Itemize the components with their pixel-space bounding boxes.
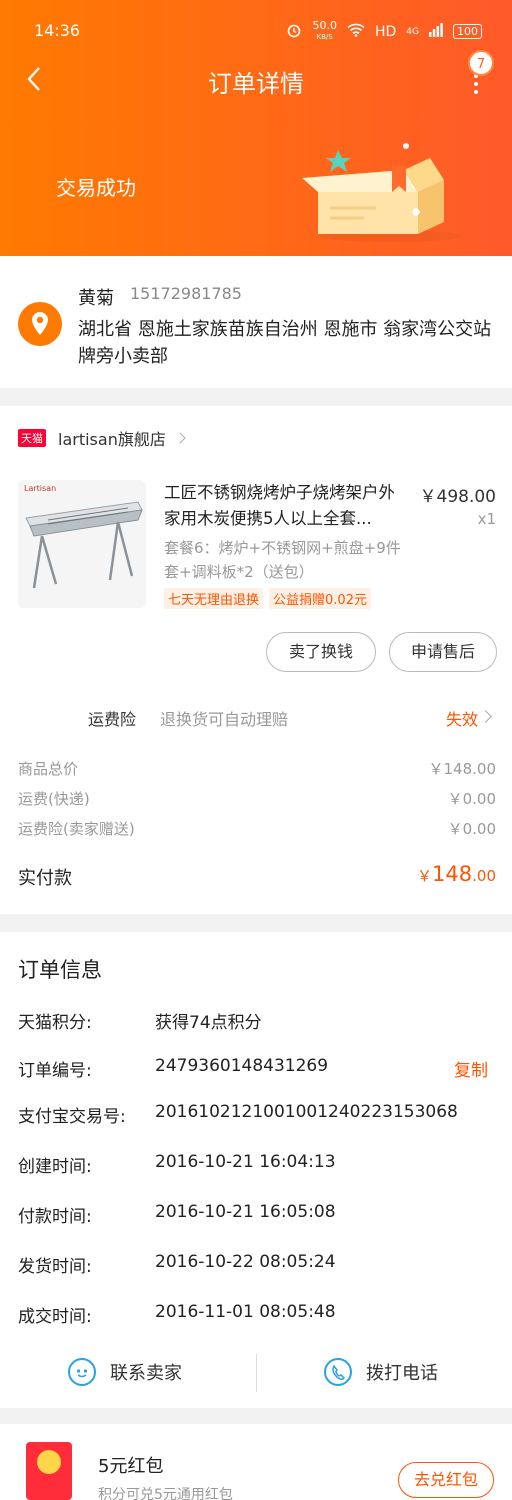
network-type: 4G: [406, 26, 419, 37]
chat-bubble-icon: [68, 1358, 96, 1386]
sell-button[interactable]: 卖了换钱: [266, 632, 376, 672]
recipient-phone: 15172981785: [130, 284, 242, 303]
location-pin-icon: [18, 302, 62, 346]
info-value: 2016-11-01 08:05:48: [155, 1302, 336, 1322]
info-row-points: 天猫积分: 获得74点积分: [18, 1008, 488, 1034]
insurance-label: 运费险: [88, 710, 137, 729]
info-row-created: 创建时间: 2016-10-21 16:04:13: [18, 1152, 488, 1178]
page-title: 订单详情: [208, 70, 304, 98]
info-key: 付款时间:: [18, 1207, 92, 1227]
info-key: 创建时间:: [18, 1157, 92, 1177]
contact-seller-button[interactable]: 联系卖家: [68, 1352, 182, 1392]
info-row-order-number: 订单编号: 2479360148431269 复制: [18, 1056, 488, 1082]
divider: [256, 1354, 257, 1392]
red-packet-icon: [26, 1442, 72, 1500]
product-quantity: x1: [477, 510, 496, 528]
recipient-name: 黄菊: [78, 288, 114, 309]
total-paid-row: 实付款 ￥148.00: [18, 862, 496, 894]
product-spec: 套餐6：烤炉+不锈钢网+煎盘+9件套+调料板*2（送包）: [164, 539, 401, 581]
red-packet-promo: 5元红包 积分可兑5元通用红包 去兑红包: [0, 1424, 512, 1500]
total-currency: ￥: [417, 867, 433, 885]
charity-tag: 公益捐赠0.02元: [269, 588, 371, 609]
fee-label: 运费(快递): [18, 790, 90, 808]
wifi-icon: [347, 23, 365, 41]
order-info-title: 订单信息: [18, 958, 102, 982]
info-row-shipped: 发货时间: 2016-10-22 08:05:24: [18, 1252, 488, 1278]
promo-title: 5元红包: [98, 1456, 164, 1477]
total-amount: ￥148.00: [417, 862, 496, 886]
info-key: 订单编号:: [18, 1061, 92, 1081]
shipping-address-section[interactable]: 黄菊 15172981785 湖北省 恩施土家族苗族自治州 恩施市 翁家湾公交站…: [0, 256, 512, 388]
fee-label: 运费险(卖家赠送): [18, 820, 135, 838]
info-value: 2016-10-21 16:04:13: [155, 1152, 336, 1172]
info-row-alipay: 支付宝交易号: 2016102121001001240223153068: [18, 1102, 488, 1128]
call-phone-label: 拨打电话: [366, 1363, 438, 1384]
service-tags: 七天无理由退换 公益捐赠0.02元: [164, 588, 371, 609]
insurance-status: 失效: [445, 710, 478, 729]
order-info-section: 订单信息 天猫积分: 获得74点积分 订单编号: 247936014843126…: [0, 932, 512, 1408]
address-detail: 湖北省 恩施土家族苗族自治州 恩施市 翁家湾公交站牌旁小卖部: [78, 319, 492, 367]
more-menu-button[interactable]: 7: [458, 50, 494, 100]
chevron-right-icon: [174, 432, 186, 444]
shop-header[interactable]: 天猫 lartisan旗舰店: [18, 426, 186, 450]
alarm-icon: [286, 22, 302, 42]
signal-icon: [429, 22, 443, 41]
message-badge: 7: [468, 50, 494, 76]
more-dots-icon: [474, 74, 478, 96]
fee-label: 商品总价: [18, 760, 79, 778]
product-title[interactable]: 工匠不锈钢烧烤炉子烧烤架户外家用木炭便携5人以上全套...: [164, 480, 404, 532]
fee-value: ￥148.00: [428, 760, 497, 778]
info-key: 天猫积分:: [18, 1013, 92, 1033]
fee-value: ￥0.00: [447, 820, 496, 838]
shop-name: lartisan旗舰店: [58, 430, 166, 449]
status-bar: 14:36 50.0 KB/S HD 4G 100: [0, 18, 512, 44]
product-thumbnail[interactable]: Lartisan: [18, 480, 146, 608]
return-policy-tag: 七天无理由退换: [164, 588, 264, 609]
phone-icon: [324, 1358, 352, 1386]
info-key: 成交时间:: [18, 1307, 92, 1327]
info-key: 发货时间:: [18, 1257, 92, 1277]
fee-row: 运费(快递) ￥0.00: [18, 788, 496, 814]
order-product-card: 天猫 lartisan旗舰店 Lartisan 工匠不锈钢烧烤炉子烧烤架户外家用…: [0, 406, 512, 914]
fee-row: 运费险(卖家赠送) ￥0.00: [18, 818, 496, 844]
contact-seller-label: 联系卖家: [110, 1363, 182, 1384]
total-integer: 148: [432, 862, 473, 886]
after-sale-button[interactable]: 申请售后: [389, 632, 497, 672]
info-value: 2479360148431269: [155, 1056, 329, 1076]
battery-indicator: 100: [453, 24, 482, 39]
grill-image: [25, 501, 143, 589]
speed-unit: KB/S: [316, 33, 333, 41]
hd-label: HD: [374, 23, 397, 40]
tmall-badge: 天猫: [18, 429, 46, 447]
info-value: 获得74点积分: [155, 1013, 262, 1033]
info-row-completed: 成交时间: 2016-11-01 08:05:48: [18, 1302, 488, 1328]
shipping-insurance-row[interactable]: 运费险 退换货可自动理赔 失效: [0, 698, 512, 734]
package-box-illustration: [302, 143, 460, 242]
call-phone-button[interactable]: 拨打电话: [324, 1352, 438, 1392]
info-row-paid: 付款时间: 2016-10-21 16:05:08: [18, 1202, 488, 1228]
status-time: 14:36: [34, 21, 81, 40]
fee-value: ￥0.00: [447, 790, 496, 808]
chevron-right-icon: [479, 710, 492, 723]
copy-button[interactable]: 复制: [454, 1056, 488, 1081]
status-icons: 50.0 KB/S HD 4G 100: [286, 19, 482, 42]
trade-status: 交易成功: [56, 176, 136, 200]
info-value: 2016102121001001240223153068: [155, 1102, 458, 1122]
network-speed: 50.0 KB/S: [312, 19, 337, 42]
total-label: 实付款: [18, 868, 72, 889]
contact-bar: 联系卖家 拨打电话: [0, 1352, 512, 1392]
insurance-desc: 退换货可自动理赔: [160, 710, 289, 729]
speed-value: 50.0: [312, 19, 337, 32]
info-value: 2016-10-21 16:05:08: [155, 1202, 336, 1222]
info-value: 2016-10-22 08:05:24: [155, 1252, 336, 1272]
promo-subtitle: 积分可兑5元通用红包: [98, 1487, 233, 1500]
order-header: 14:36 50.0 KB/S HD 4G 100 订单详情 7 交易成功: [0, 0, 512, 256]
redeem-red-packet-button[interactable]: 去兑红包: [398, 1462, 494, 1498]
total-decimal: .00: [472, 867, 496, 885]
product-price: ￥498.00: [419, 487, 496, 507]
thumb-brand: Lartisan: [24, 484, 57, 493]
fee-row: 商品总价 ￥148.00: [18, 758, 496, 784]
info-key: 支付宝交易号:: [18, 1107, 126, 1127]
